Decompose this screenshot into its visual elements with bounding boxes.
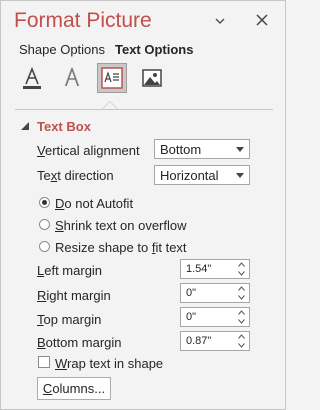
text-fill-outline-tab[interactable] (17, 63, 47, 93)
vertical-alignment-value: Bottom (160, 142, 202, 157)
bottom-margin-input[interactable]: 0.87" (180, 331, 250, 351)
spin-up-icon[interactable] (238, 310, 245, 315)
resize-shape-label[interactable]: Resize shape to fit text (55, 240, 187, 255)
dropdown-arrow-icon (236, 147, 244, 152)
text-effects-tab[interactable] (57, 63, 87, 93)
spin-down-icon[interactable] (238, 271, 245, 276)
tab-divider (15, 109, 273, 110)
bottom-margin-label: Bottom margin (37, 335, 122, 350)
do-not-autofit-label[interactable]: Do not Autofit (55, 196, 133, 211)
wrap-text-checkbox[interactable] (38, 356, 50, 368)
chevron-down-icon[interactable] (213, 15, 227, 27)
tab-shape-options[interactable]: Shape Options (19, 42, 105, 57)
text-direction-value: Horizontal (160, 168, 219, 183)
text-direction-dropdown[interactable]: Horizontal (154, 165, 250, 185)
picture-icon (142, 69, 162, 87)
wrap-text-label[interactable]: Wrap text in shape (55, 356, 163, 371)
columns-button[interactable]: Columns... (37, 377, 111, 400)
selected-tab-pointer (102, 101, 118, 109)
spin-up-icon[interactable] (238, 286, 245, 291)
top-margin-value: 0" (186, 311, 197, 323)
right-margin-value: 0" (186, 287, 197, 299)
shrink-text-label[interactable]: Shrink text on overflow (55, 218, 187, 233)
format-picture-pane: Format Picture Shape Options Text Option… (0, 0, 286, 410)
right-margin-label: Right margin (37, 288, 111, 303)
vertical-alignment-label: Vertical alignment (37, 143, 140, 158)
left-margin-input[interactable]: 1.54" (180, 259, 250, 279)
top-margin-label: Top margin (37, 312, 102, 327)
left-margin-label: Left margin (37, 263, 103, 278)
vertical-alignment-dropdown[interactable]: Bottom (154, 139, 250, 159)
left-margin-value: 1.54" (186, 263, 212, 275)
dropdown-arrow-icon (236, 173, 244, 178)
spin-up-icon[interactable] (238, 334, 245, 339)
close-icon[interactable] (254, 12, 270, 28)
collapse-caret-icon[interactable] (21, 122, 29, 130)
radio-shrink-text[interactable] (39, 219, 50, 230)
top-margin-input[interactable]: 0" (180, 307, 250, 327)
picture-tab[interactable] (137, 63, 167, 93)
spin-down-icon[interactable] (238, 295, 245, 300)
tab-text-options[interactable]: Text Options (115, 42, 193, 57)
spin-down-icon[interactable] (238, 343, 245, 348)
pane-title: Format Picture (14, 9, 152, 32)
bottom-margin-value: 0.87" (186, 335, 212, 347)
right-margin-input[interactable]: 0" (180, 283, 250, 303)
section-title[interactable]: Text Box (37, 119, 91, 134)
text-effects-icon (64, 67, 80, 87)
spin-up-icon[interactable] (238, 262, 245, 267)
spin-down-icon[interactable] (238, 319, 245, 324)
textbox-tab[interactable] (97, 63, 127, 93)
text-fill-outline-icon (23, 66, 41, 89)
radio-resize-shape[interactable] (39, 241, 50, 252)
textbox-icon (101, 67, 123, 89)
radio-do-not-autofit[interactable] (39, 197, 50, 208)
text-direction-label: Text direction (37, 168, 114, 183)
